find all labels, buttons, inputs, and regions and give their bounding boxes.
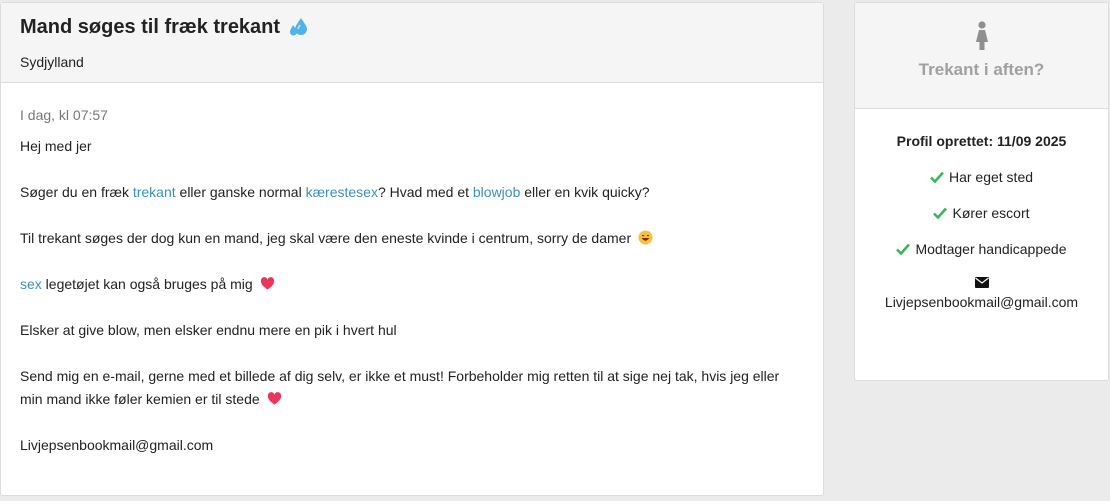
paragraph-intro: Søger du en fræk trekant eller ganske no… — [20, 181, 804, 204]
heart-icon — [267, 392, 281, 405]
text-segment: Send mig en e-mail, gerne med et billede… — [20, 368, 780, 407]
post-card: Mand søges til fræk trekant Sydjylland I… — [0, 2, 824, 496]
text-segment: eller en kvik quicky? — [520, 184, 650, 200]
sidebar-email[interactable]: Livjepsenbookmail@gmail.com — [855, 294, 1108, 310]
check-icon — [933, 207, 948, 219]
sidebar-header: Trekant i aften? — [855, 3, 1108, 109]
check-icon — [930, 171, 944, 183]
post-body: I dag, kl 07:57 Hej med jer Søger du en … — [1, 83, 823, 457]
feature-label: Har eget sted — [948, 169, 1034, 185]
profile-created: Profil oprettet: 11/09 2025 — [896, 133, 1067, 149]
link-kaerestesex[interactable]: kærestesex — [306, 184, 378, 200]
text-segment: eller ganske normal — [175, 184, 306, 200]
text-segment: Søger du en fræk — [20, 184, 133, 200]
paragraph-contact-info: Send mig en e-mail, gerne med et billede… — [20, 365, 804, 411]
sidebar-body: Profil oprettet: 11/09 2025 Har eget ste… — [855, 109, 1108, 310]
feature-item: Har eget sted — [855, 169, 1108, 185]
post-header: Mand søges til fræk trekant Sydjylland — [1, 3, 823, 83]
water-drops-icon — [290, 18, 308, 36]
text-segment: ? Hvad med et — [377, 184, 473, 200]
sidebar-title: Trekant i aften? — [918, 60, 1045, 79]
heart-icon — [260, 277, 274, 290]
text-segment: legetøjet kan også bruges på mig — [41, 276, 253, 292]
woman-icon — [975, 21, 988, 50]
feature-item: Kører escort — [855, 205, 1108, 221]
link-sex[interactable]: sex — [20, 276, 42, 292]
feature-label: Modtager handicappede — [915, 241, 1067, 257]
profile-sidebar: Trekant i aften? Profil oprettet: 11/09 … — [854, 2, 1109, 381]
feature-item: Modtager handicappede — [855, 241, 1108, 257]
post-date: I dag, kl 07:57 — [20, 107, 108, 123]
check-icon — [896, 243, 911, 255]
link-trekant[interactable]: trekant — [133, 184, 176, 200]
paragraph-toys: sex legetøjet kan også bruges på mig — [20, 273, 804, 296]
post-email[interactable]: Livjepsenbookmail@gmail.com — [20, 434, 804, 457]
paragraph-trekant: Til trekant søges der dog kun en mand, j… — [20, 227, 804, 250]
post-title-text: Mand søges til fræk trekant — [20, 16, 281, 38]
envelope-icon — [974, 277, 989, 288]
link-blowjob[interactable]: blowjob — [473, 184, 520, 200]
paragraph-greeting: Hej med jer — [20, 138, 92, 154]
paragraph-blow: Elsker at give blow, men elsker endnu me… — [20, 322, 397, 338]
text-segment: Til trekant søges der dog kun en mand, j… — [20, 230, 632, 246]
post-title: Mand søges til fræk trekant — [20, 14, 804, 40]
feature-label: Kører escort — [952, 205, 1030, 221]
post-region: Sydjylland — [20, 54, 84, 70]
grinning-face-icon — [638, 230, 653, 245]
